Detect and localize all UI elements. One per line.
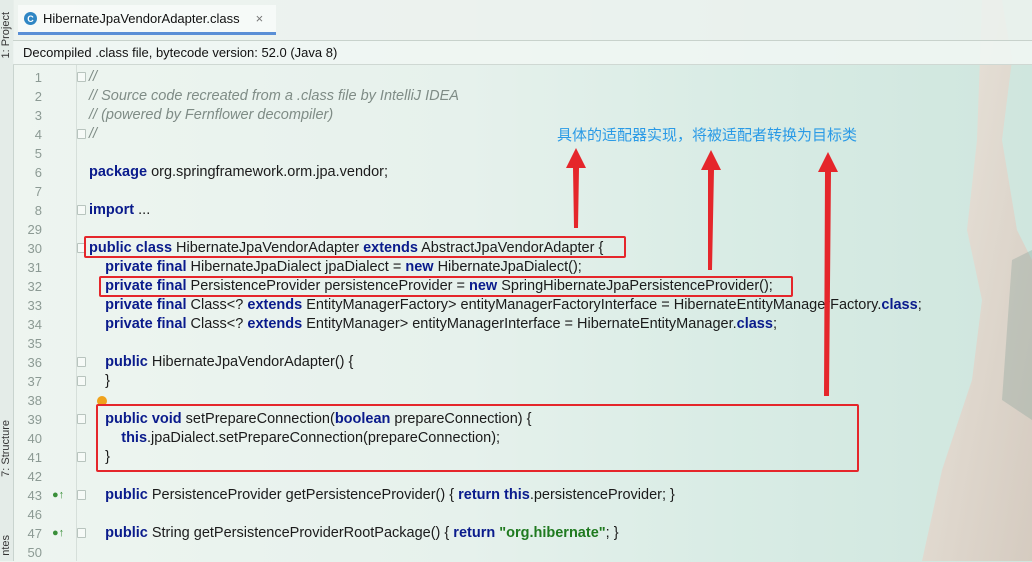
arrow-to-class	[566, 148, 586, 228]
arrow-to-field	[701, 150, 721, 270]
arrow-to-method	[818, 152, 838, 396]
adapter-annotation: 具体的适配器实现，将被适配者转换为目标类	[557, 127, 858, 144]
annotation-arrows	[566, 148, 838, 396]
